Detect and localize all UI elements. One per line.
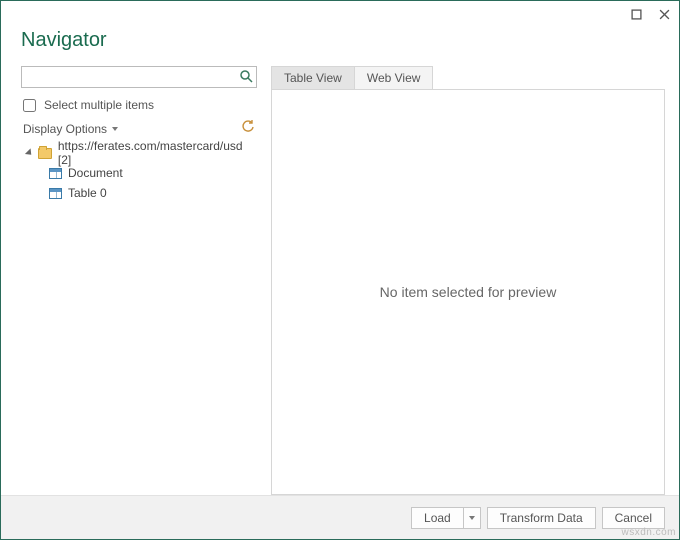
tree-item-label: Document <box>68 166 123 180</box>
watermark: wsxdn.com <box>621 527 676 538</box>
titlebar <box>1 1 679 27</box>
display-options-button[interactable]: Display Options <box>23 122 118 136</box>
transform-data-button[interactable]: Transform Data <box>487 507 596 529</box>
select-multiple-checkbox[interactable]: Select multiple items <box>23 98 257 112</box>
chevron-down-icon <box>469 516 475 520</box>
tab-web-view[interactable]: Web View <box>354 66 434 89</box>
load-button-label: Load <box>412 508 464 528</box>
maximize-icon[interactable] <box>629 7 643 21</box>
search-input[interactable] <box>21 66 257 88</box>
left-pane: Select multiple items Display Options ht… <box>21 66 257 495</box>
preview-empty-message: No item selected for preview <box>380 284 557 300</box>
chevron-down-icon <box>112 127 118 131</box>
folder-icon <box>38 148 52 159</box>
preview-tabs: Table View Web View <box>271 66 665 89</box>
footer: Load Transform Data Cancel <box>1 495 679 539</box>
table-icon <box>49 188 62 199</box>
search-icon[interactable] <box>239 69 253 83</box>
tree-root-label: https://ferates.com/mastercard/usd [2] <box>58 139 257 167</box>
tree: https://ferates.com/mastercard/usd [2] D… <box>21 143 257 203</box>
table-icon <box>49 168 62 179</box>
tab-table-view[interactable]: Table View <box>271 66 355 89</box>
select-multiple-label: Select multiple items <box>44 98 154 112</box>
tree-item-label: Table 0 <box>68 186 107 200</box>
load-dropdown[interactable] <box>464 516 480 520</box>
right-pane: Table View Web View No item selected for… <box>271 66 665 495</box>
search-wrap <box>21 66 257 88</box>
select-multiple-input[interactable] <box>23 99 36 112</box>
display-options-label: Display Options <box>23 122 107 136</box>
refresh-icon[interactable] <box>241 120 255 137</box>
header: Navigator <box>1 27 679 66</box>
expand-icon[interactable] <box>25 148 34 157</box>
preview-pane: No item selected for preview <box>271 89 665 495</box>
cancel-button[interactable]: Cancel <box>602 507 665 529</box>
tree-root[interactable]: https://ferates.com/mastercard/usd [2] <box>21 143 257 163</box>
page-title: Navigator <box>21 29 659 52</box>
tree-item-table0[interactable]: Table 0 <box>21 183 257 203</box>
content: Select multiple items Display Options ht… <box>1 66 679 495</box>
close-icon[interactable] <box>657 7 671 21</box>
load-button[interactable]: Load <box>411 507 481 529</box>
